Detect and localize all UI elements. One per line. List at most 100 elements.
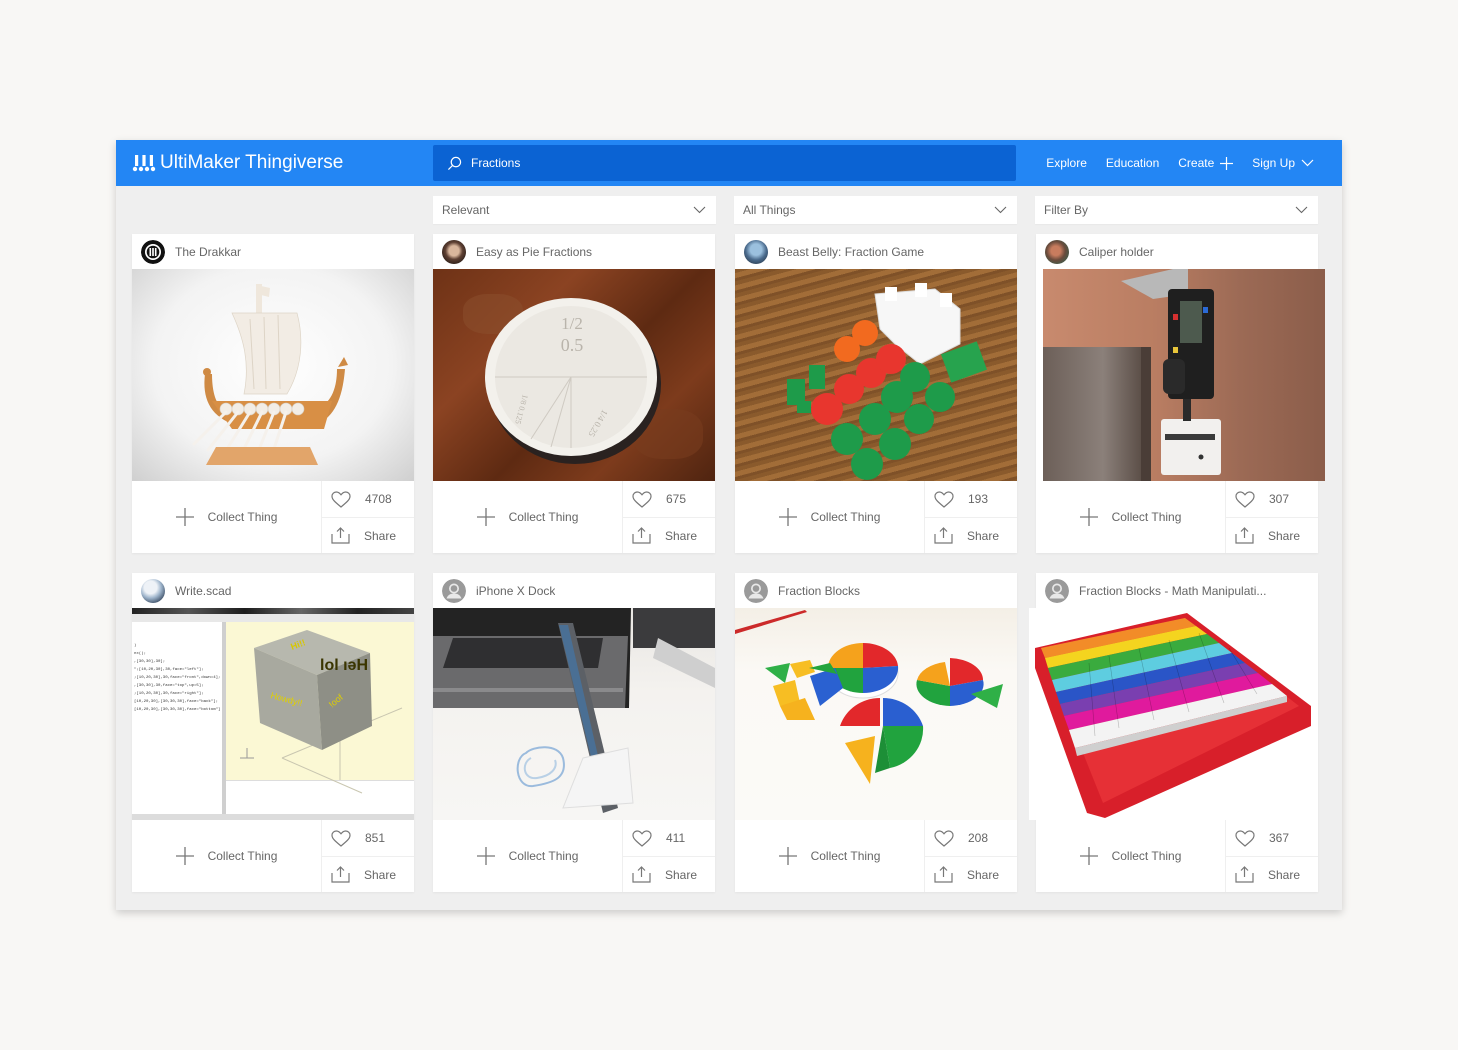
search-bar[interactable] xyxy=(433,145,1016,181)
thing-image-openscad-cube[interactable]: ) nx(); ,[30,30],30]; ";[10,20,30],30,fa… xyxy=(132,608,414,820)
default-user-avatar-icon[interactable] xyxy=(744,578,768,603)
card-side-actions: 851 Share xyxy=(322,820,414,892)
share-button[interactable]: Share xyxy=(322,856,414,892)
nav-explore[interactable]: Explore xyxy=(1046,156,1087,170)
user-avatar[interactable] xyxy=(141,578,165,603)
collect-thing-label: Collect Thing xyxy=(207,849,278,863)
share-button[interactable]: Share xyxy=(1226,517,1318,553)
card-header: Easy as Pie Fractions xyxy=(433,234,715,269)
thing-card[interactable]: Fraction Blocks Collect Thing 208 Share xyxy=(735,573,1017,892)
like-button[interactable]: 193 xyxy=(925,481,1017,517)
collect-thing-button[interactable]: Collect Thing xyxy=(433,481,623,553)
search-input[interactable] xyxy=(471,156,971,170)
share-icon xyxy=(1235,527,1254,544)
thing-title[interactable]: The Drakkar xyxy=(175,245,241,259)
share-icon xyxy=(632,866,651,883)
like-count: 675 xyxy=(666,492,687,506)
thing-image-fraction-pie-disc[interactable]: 1/2 0.5 1/4 0.25 1/8 0.125 xyxy=(433,269,715,481)
plus-icon xyxy=(476,508,495,526)
share-button[interactable]: Share xyxy=(925,517,1017,553)
filter-by-dropdown-value: Filter By xyxy=(1044,203,1089,217)
like-button[interactable]: 675 xyxy=(623,481,715,517)
like-button[interactable]: 307 xyxy=(1226,481,1318,517)
default-user-avatar-icon[interactable] xyxy=(442,578,466,603)
share-button[interactable]: Share xyxy=(623,856,715,892)
thing-image-fraction-pie-blocks[interactable] xyxy=(735,608,1017,820)
nav-education[interactable]: Education xyxy=(1106,156,1159,170)
share-button[interactable]: Share xyxy=(322,517,414,553)
filter-by-dropdown[interactable]: Filter By xyxy=(1035,196,1318,224)
like-button[interactable]: 411 xyxy=(623,820,715,856)
user-avatar[interactable] xyxy=(1045,239,1069,264)
thing-title[interactable]: iPhone X Dock xyxy=(476,584,555,598)
collect-thing-button[interactable]: Collect Thing xyxy=(433,820,623,892)
thing-title[interactable]: Write.scad xyxy=(175,584,231,598)
heart-icon xyxy=(632,490,652,508)
collect-thing-label: Collect Thing xyxy=(1111,510,1182,524)
like-count: 411 xyxy=(666,831,686,845)
collect-thing-label: Collect Thing xyxy=(508,510,579,524)
thing-title[interactable]: Caliper holder xyxy=(1079,245,1154,259)
collect-thing-button[interactable]: Collect Thing xyxy=(132,481,322,553)
thing-image-viking-ship-model[interactable] xyxy=(132,269,414,481)
like-button[interactable]: 851 xyxy=(322,820,414,856)
card-header: Fraction Blocks xyxy=(735,573,1017,608)
thing-card[interactable]: Caliper holder Collect Thing 307 Share xyxy=(1036,234,1325,553)
chevron-down-icon xyxy=(994,206,1007,214)
thing-image-fraction-game-pieces[interactable] xyxy=(735,269,1017,481)
like-button[interactable]: 367 xyxy=(1226,820,1318,856)
collect-thing-button[interactable]: Collect Thing xyxy=(132,820,322,892)
thing-title[interactable]: Beast Belly: Fraction Game xyxy=(778,245,924,259)
thing-card[interactable]: Fraction Blocks - Math Manipulati... Col… xyxy=(1029,573,1318,892)
collect-thing-button[interactable]: Collect Thing xyxy=(1036,481,1226,553)
ultimaker-avatar-icon[interactable] xyxy=(141,239,165,264)
like-count: 307 xyxy=(1269,492,1290,506)
svg-text:1/4 0.25: 1/4 0.25 xyxy=(586,408,610,439)
user-avatar[interactable] xyxy=(744,239,768,264)
share-label: Share xyxy=(967,867,1000,882)
thing-image-iphone-dock[interactable] xyxy=(433,608,715,820)
share-button[interactable]: Share xyxy=(1226,856,1318,892)
thing-card[interactable]: The Drakkar Collect Thing 4708 Share xyxy=(132,234,414,553)
nav-sign-up[interactable]: Sign Up xyxy=(1252,156,1314,170)
card-side-actions: 675 Share xyxy=(623,481,715,553)
collect-thing-button[interactable]: Collect Thing xyxy=(735,820,925,892)
share-label: Share xyxy=(665,528,698,543)
like-count: 367 xyxy=(1269,831,1290,845)
like-button[interactable]: 4708 xyxy=(322,481,414,517)
collect-thing-label: Collect Thing xyxy=(1111,849,1182,863)
share-icon xyxy=(632,527,651,544)
share-icon xyxy=(934,866,953,883)
type-dropdown-value: All Things xyxy=(743,203,796,217)
nav-sign-up-label: Sign Up xyxy=(1252,156,1295,170)
default-user-avatar-icon[interactable] xyxy=(1045,578,1069,603)
user-avatar[interactable] xyxy=(442,239,466,264)
share-button[interactable]: Share xyxy=(925,856,1017,892)
thing-title[interactable]: Fraction Blocks - Math Manipulati... xyxy=(1079,584,1266,598)
card-footer: Collect Thing 851 Share xyxy=(132,820,414,892)
thing-card[interactable]: iPhone X Dock Collect Thing 411 Share xyxy=(433,573,715,892)
chevron-down-icon xyxy=(693,206,706,214)
type-dropdown[interactable]: All Things xyxy=(734,196,1017,224)
svg-text:1/2: 1/2 xyxy=(561,314,583,333)
collect-thing-button[interactable]: Collect Thing xyxy=(735,481,925,553)
card-footer: Collect Thing 411 Share xyxy=(433,820,715,892)
thing-image-caliper-holder[interactable] xyxy=(1043,269,1325,481)
thing-card[interactable]: Beast Belly: Fraction Game Collect Thing… xyxy=(735,234,1017,553)
nav-create[interactable]: Create xyxy=(1178,156,1234,170)
like-count: 4708 xyxy=(365,492,392,506)
search-icon xyxy=(447,156,462,170)
collect-thing-button[interactable]: Collect Thing xyxy=(1036,820,1226,892)
thing-title[interactable]: Easy as Pie Fractions xyxy=(476,245,592,259)
sort-dropdown-value: Relevant xyxy=(442,203,490,217)
brand-logo[interactable]: UltiMaker Thingiverse xyxy=(132,152,343,174)
sort-dropdown[interactable]: Relevant xyxy=(433,196,716,224)
thing-image-fraction-wall-tray[interactable] xyxy=(1029,608,1318,820)
thing-card[interactable]: Easy as Pie Fractions 1/2 0.5 1/4 0.25 1… xyxy=(433,234,715,553)
share-button[interactable]: Share xyxy=(623,517,715,553)
thing-card[interactable]: Write.scad ) nx(); ,[30,30],30]; ";[10,2… xyxy=(132,573,414,892)
thing-title[interactable]: Fraction Blocks xyxy=(778,584,860,598)
heart-icon xyxy=(1235,829,1255,847)
heart-icon xyxy=(1235,490,1255,508)
like-button[interactable]: 208 xyxy=(925,820,1017,856)
